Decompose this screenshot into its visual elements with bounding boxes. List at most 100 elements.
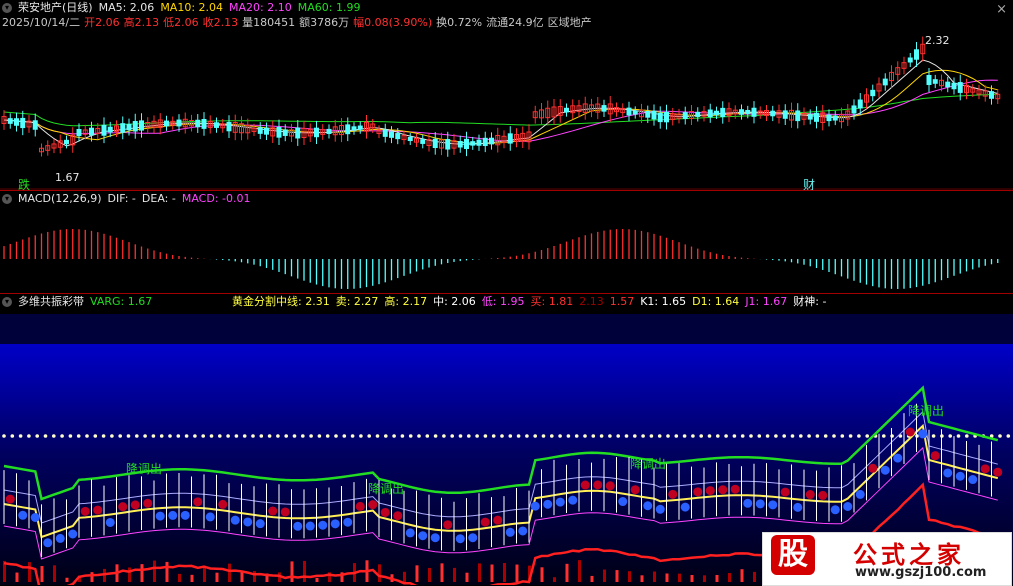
candle [658,113,662,121]
candle [65,140,69,143]
band-dot [656,505,665,514]
level-dot [890,434,894,438]
band-field: 卖: 2.27 [336,294,379,310]
bottom-bar [453,568,456,582]
level-dot [118,434,122,438]
bottom-bar [141,564,144,582]
candle [140,121,144,130]
level-dot [276,434,280,438]
level-dot [392,434,396,438]
band-dot [81,507,90,516]
bottom-bar [216,573,219,582]
band-dot [806,490,815,499]
bottom-bar [691,575,694,582]
level-dot [251,434,255,438]
candle [446,140,450,150]
band-field: 财神: - [793,294,826,310]
band-field: K1: 1.65 [640,294,686,310]
band-dot [856,490,865,499]
panel-toggle-icon[interactable]: ▾ [2,3,12,13]
candle [383,130,387,136]
level-dot [334,434,338,438]
candle [908,58,912,62]
level-dot [1007,434,1011,438]
band-dot [481,518,490,527]
band-dot [693,487,702,496]
band-dot [881,466,890,475]
candle [746,110,750,113]
candle [808,115,812,119]
candle [258,128,262,134]
bottom-bar [228,564,231,582]
candle [565,108,569,112]
level-dot [27,434,31,438]
band-dot [681,503,690,512]
band-dot [418,531,427,540]
bottom-bar [253,571,256,582]
candle [196,120,200,126]
level-dot [293,434,297,438]
bottom-bar [441,563,444,582]
candle [127,124,131,129]
bottom-bar [716,575,719,582]
level-dot [567,434,571,438]
level-dot [699,434,703,438]
logo-url: www.gszj100.com [855,565,986,580]
panel-toggle-icon[interactable]: ▾ [2,297,12,307]
candle [508,134,512,143]
band-label: 降调出 [630,455,666,472]
level-dot [326,434,330,438]
level-dot [841,434,845,438]
band-dot [281,507,290,516]
level-dot [401,434,405,438]
level-dot [318,434,322,438]
band-dot [443,520,452,529]
band-dot [818,491,827,500]
macd-panel[interactable]: ▾ MACD(12,26,9) DIF: - DEA: - MACD: -0.0… [0,191,1013,293]
level-dot [683,434,687,438]
band-dot [793,503,802,512]
low-price-label: 1.67 [55,171,80,184]
close-icon[interactable]: × [996,2,1007,17]
level-dot [724,434,728,438]
level-dot [44,434,48,438]
level-dot [824,434,828,438]
bottom-bar [728,573,731,582]
band-field: 买: 1.81 [531,294,574,310]
panel-toggle-icon[interactable]: ▾ [2,194,12,204]
candle [708,110,712,117]
band-dot [768,500,777,509]
level-dot [558,434,562,438]
candle [215,123,219,128]
bottom-bar [503,563,506,582]
quote-field: 区域地产 [548,16,592,30]
level-dot [193,434,197,438]
band-dot [393,511,402,520]
band-dot [943,468,952,477]
level-dot [533,434,537,438]
band-dot [781,488,790,497]
level-dot [243,434,247,438]
candle [346,125,350,134]
band-dot [18,511,27,520]
band-header: ▾ 多维共振彩带 VARG: 1.67 [0,294,152,310]
level-dot [2,434,6,438]
level-dot [309,434,313,438]
bottom-bar [628,571,631,582]
price-panel[interactable]: ▾ 荣安地产(日线) MA5: 2.06 MA10: 2.04 MA20: 2.… [0,0,1013,190]
band-title: 多维共振彩带 [18,294,84,310]
band-dot [531,502,540,511]
band-dot [218,500,227,509]
band-dot [168,511,177,520]
band-dot [381,508,390,517]
candle [827,115,831,120]
candle [21,118,25,127]
bottom-bar [478,563,481,582]
band-field: J1: 1.67 [745,294,787,310]
quote-field: 流通24.9亿 [486,16,544,30]
band-dot [56,534,65,543]
band-dot [518,526,527,535]
bottom-bar [303,561,306,582]
level-dot [94,434,98,438]
band-fields: 黄金分割中线: 2.31 卖: 2.27 高: 2.17 中: 2.06 低: 1.95… [230,294,826,310]
